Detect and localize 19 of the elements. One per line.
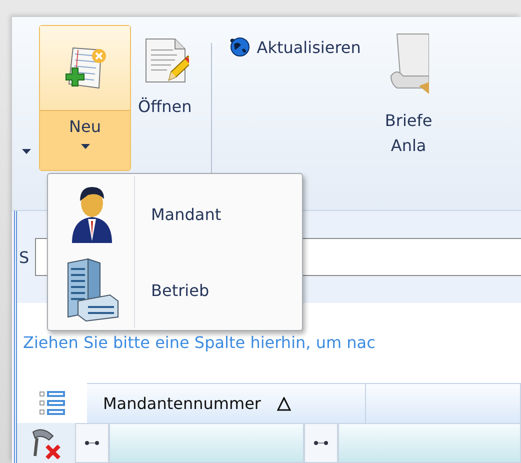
dots-icon [314,441,328,445]
sort-ascending-icon [276,396,291,410]
dropdown-arrow-icon [22,149,31,154]
dots-icon [85,441,100,445]
ribbon-button[interactable]: Briefe Anla [378,25,440,169]
globe-icon [228,36,251,58]
filter-operator-button[interactable] [304,423,338,463]
menu-item[interactable]: Mandant [50,176,300,252]
new-split-button[interactable]: Neu [39,25,131,171]
refresh-button[interactable]: Aktualisieren [224,33,366,61]
dropdown-arrow-icon [80,144,90,149]
filter-operator-button[interactable] [75,423,110,463]
filter-field[interactable] [109,423,304,463]
search-label: S [19,248,30,266]
column-header[interactable]: Mandantennummer [87,383,366,423]
menu-item[interactable]: Betrieb [50,252,300,328]
ribbon-button[interactable]: Öffnen [131,25,199,130]
filter-field[interactable] [338,423,521,463]
group-panel-hint: Ziehen Sie bitte eine Spalte hierhin, um nac [22,332,376,354]
